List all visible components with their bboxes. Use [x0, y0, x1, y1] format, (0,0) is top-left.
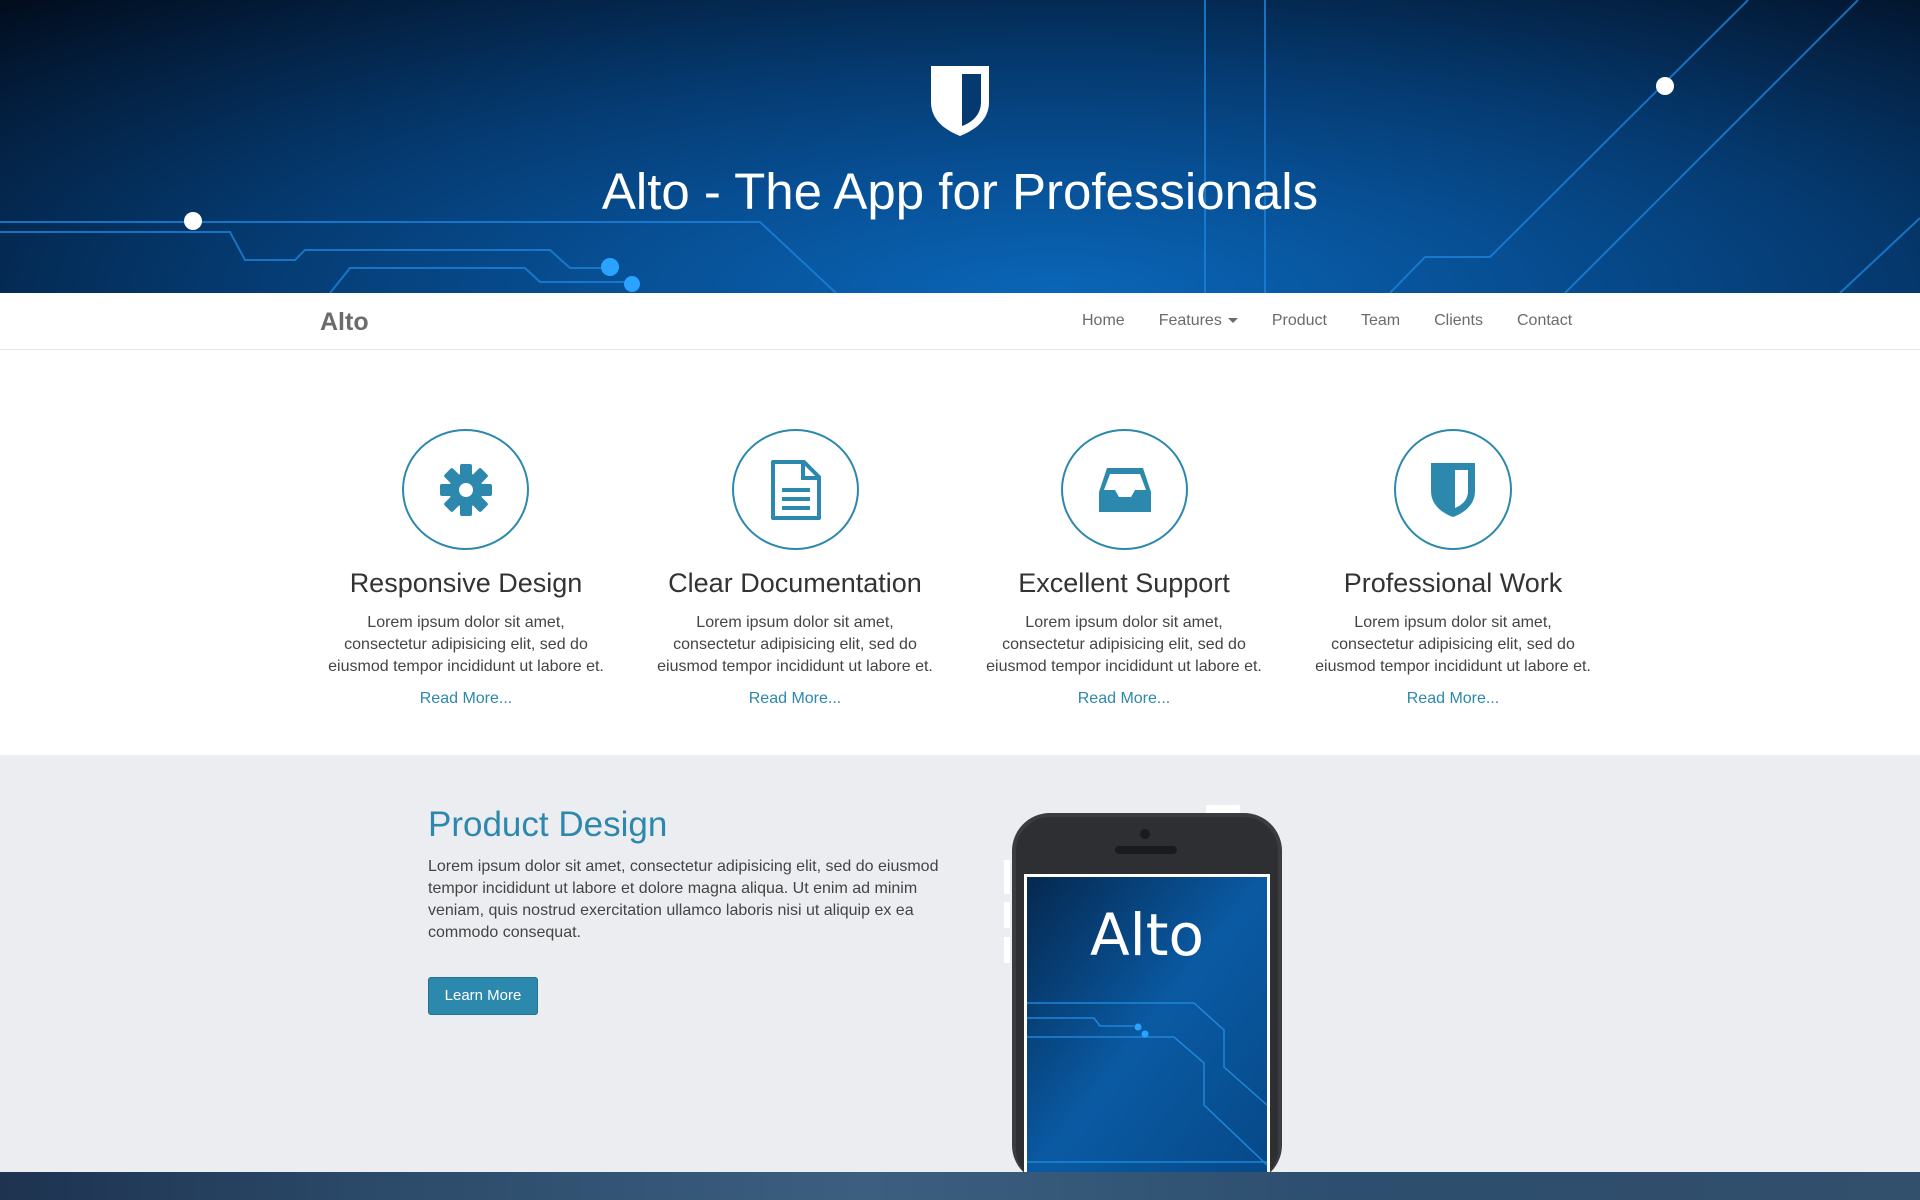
- product-title: Product Design: [428, 805, 668, 844]
- nav-item-home[interactable]: Home: [1082, 312, 1125, 330]
- learn-more-button[interactable]: Learn More: [428, 977, 538, 1015]
- feature-icon-circle: [732, 429, 859, 550]
- feature-title: Excellent Support: [1018, 568, 1230, 598]
- shield-icon: [931, 66, 989, 136]
- nav-item-team[interactable]: Team: [1361, 312, 1400, 330]
- features-section: Responsive Design Lorem ipsum dolor sit …: [0, 350, 1920, 755]
- read-more-link[interactable]: Read More...: [974, 690, 1274, 708]
- read-more-link[interactable]: Read More...: [645, 690, 945, 708]
- nav-item-label: Clients: [1434, 312, 1483, 329]
- feature-icon-circle: [1061, 429, 1188, 550]
- product-text: Lorem ipsum dolor sit amet, consectetur …: [428, 858, 939, 941]
- hero-title: Alto - The App for Professionals: [601, 163, 1319, 220]
- feature-icon-circle: [1394, 429, 1512, 550]
- feature-title: Professional Work: [1343, 568, 1563, 598]
- nav-item-label: Team: [1360, 312, 1401, 329]
- circuit-decoration: [0, 0, 1920, 293]
- nav-item-clients[interactable]: Clients: [1434, 312, 1483, 330]
- nav-menu: Home Features Product Team Clients Conta…: [1082, 312, 1572, 330]
- feature-text: Lorem ipsum dolor sit amet, consectetur …: [1315, 614, 1591, 675]
- nav-item-label: Contact: [1517, 312, 1573, 329]
- nav-item-features[interactable]: Features: [1159, 312, 1238, 330]
- document-icon: [770, 459, 821, 520]
- inbox-icon: [1098, 467, 1151, 512]
- feature-icon-circle: [402, 429, 529, 550]
- nav-item-label: Product: [1271, 312, 1327, 329]
- shield-icon: [1431, 462, 1475, 517]
- feature-text: Lorem ipsum dolor sit amet, consectetur …: [986, 614, 1262, 675]
- phone-screen-title: Alto: [1090, 901, 1204, 969]
- nav-item-label: Home: [1082, 312, 1125, 329]
- navbar: Alto Home Features Product Team Clients …: [0, 293, 1920, 350]
- product-section: Product Design Lorem ipsum dolor sit ame…: [0, 755, 1920, 1172]
- gear-icon: [439, 463, 492, 516]
- read-more-link[interactable]: Read More...: [1303, 690, 1603, 708]
- nav-item-product[interactable]: Product: [1272, 312, 1327, 330]
- nav-item-contact[interactable]: Contact: [1517, 312, 1572, 330]
- feature-title: Clear Documentation: [668, 568, 922, 598]
- nav-item-label: Features: [1158, 312, 1222, 329]
- read-more-link[interactable]: Read More...: [316, 690, 616, 708]
- next-section-preview: [0, 1172, 1920, 1200]
- feature-text: Lorem ipsum dolor sit amet, consectetur …: [328, 614, 604, 675]
- feature-title: Responsive Design: [349, 568, 583, 598]
- navbar-brand[interactable]: Alto: [320, 308, 369, 337]
- hero-banner: Alto - The App for Professionals: [0, 0, 1920, 293]
- feature-text: Lorem ipsum dolor sit amet, consectetur …: [657, 614, 933, 675]
- caret-down-icon: [1227, 318, 1238, 324]
- phone-mockup: Alto: [1004, 805, 1282, 1172]
